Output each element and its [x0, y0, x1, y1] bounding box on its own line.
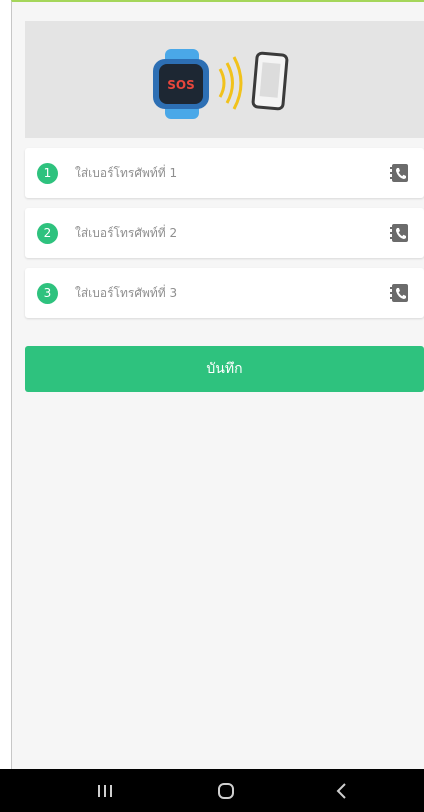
signal-wave-2 [225, 62, 234, 104]
number-badge-3: 3 [37, 282, 58, 304]
contact-book-icon[interactable] [390, 163, 410, 183]
phone-input-1[interactable] [75, 161, 365, 185]
home-icon [218, 782, 234, 799]
watch-sos-text: SOS [167, 78, 195, 92]
sos-settings-screen: SOS 1 2 3 [11, 0, 424, 769]
number-badge-2: 2 [37, 222, 58, 244]
back-icon [336, 782, 346, 799]
save-button[interactable]: บันทึก [25, 346, 424, 392]
system-nav-bar [0, 769, 424, 812]
signal-wave-1 [218, 68, 226, 98]
back-button[interactable] [312, 769, 372, 812]
sos-watch-illustration: SOS [153, 49, 289, 119]
signal-wave-3 [232, 56, 243, 110]
phone-field-3: 3 [25, 268, 424, 318]
recent-apps-icon [98, 784, 112, 797]
phone-screen [259, 62, 281, 98]
phone-input-2[interactable] [75, 221, 365, 245]
sos-banner: SOS [25, 21, 424, 138]
phone-input-3[interactable] [75, 281, 365, 305]
contact-book-icon[interactable] [390, 223, 410, 243]
phone-field-2: 2 [25, 208, 424, 258]
home-button[interactable] [196, 769, 256, 812]
phone-field-1: 1 [25, 148, 424, 198]
recent-apps-button[interactable] [75, 769, 135, 812]
number-badge-1: 1 [37, 162, 58, 184]
contact-book-icon[interactable] [390, 283, 410, 303]
